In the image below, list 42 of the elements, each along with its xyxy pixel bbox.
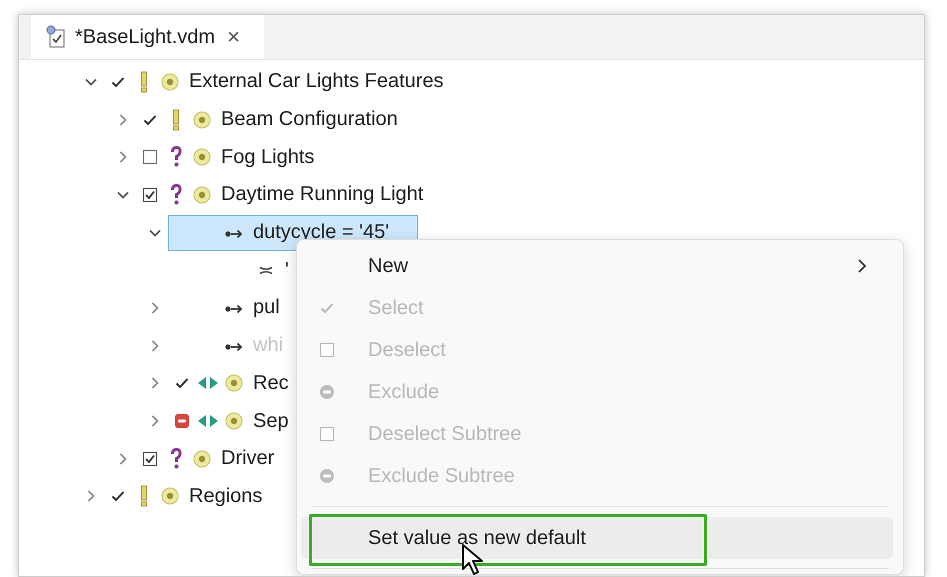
feature-icon xyxy=(225,412,243,430)
tree-item[interactable]: pul xyxy=(168,290,281,326)
tree-item[interactable]: Driver xyxy=(136,440,276,477)
feature-icon xyxy=(193,110,211,129)
feature-icon xyxy=(225,374,243,392)
tree-label: pul xyxy=(253,296,280,320)
tree-label: Regions xyxy=(189,484,262,508)
menu-item[interactable]: Set value as new default xyxy=(301,517,893,559)
tree-label: whi xyxy=(253,334,284,358)
checkbox[interactable] xyxy=(142,450,158,467)
tree-item[interactable]: Sep xyxy=(168,403,290,440)
file-icon xyxy=(45,25,67,49)
tree-label: Driver xyxy=(221,447,274,470)
feature-icon xyxy=(193,148,211,166)
tree-label: Daytime Running Light xyxy=(221,183,424,206)
tree-item[interactable]: Beam Configuration xyxy=(136,102,399,138)
tree-label: Beam Configuration xyxy=(221,108,398,132)
tree-label: Sep xyxy=(253,410,289,433)
tree-label: Rec xyxy=(253,372,289,395)
tree-item[interactable]: ' xyxy=(200,252,290,288)
editor-tab[interactable]: *BaseLight.vdm × xyxy=(31,15,264,59)
checkbox[interactable] xyxy=(142,149,158,166)
feature-icon xyxy=(193,450,211,468)
tree-label: External Car Lights Features xyxy=(189,70,444,94)
feature-icon xyxy=(161,72,179,91)
checkbox-icon xyxy=(319,426,335,442)
tree-item[interactable]: Rec xyxy=(168,365,290,402)
tree-item[interactable]: Daytime Running Light xyxy=(136,176,424,213)
tab-title: *BaseLight.vdm xyxy=(75,26,216,48)
feature-icon xyxy=(193,186,211,204)
checkbox-icon xyxy=(319,342,335,358)
tree-item[interactable]: Fog Lights xyxy=(136,139,316,176)
checkbox[interactable] xyxy=(142,186,158,203)
feature-icon xyxy=(161,487,179,506)
tree-item[interactable]: Regions xyxy=(104,478,264,514)
close-button[interactable]: × xyxy=(227,24,240,50)
exclude-icon xyxy=(319,384,335,400)
exclude-icon xyxy=(319,468,335,484)
tree-label: Fog Lights xyxy=(221,146,314,169)
tree-item[interactable]: External Car Lights Features xyxy=(104,64,445,100)
tree-label: dutycycle = '45' xyxy=(253,221,390,244)
tree-label: ' xyxy=(285,258,289,282)
